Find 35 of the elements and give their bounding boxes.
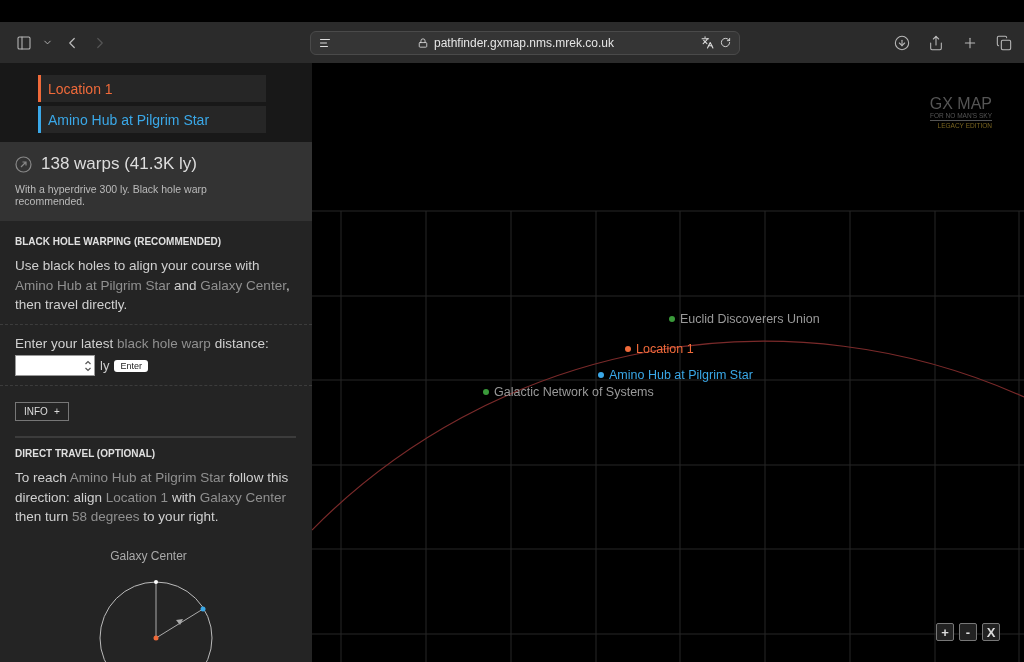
unit-label: ly (100, 358, 110, 373)
arrow-circle-icon (15, 155, 32, 173)
address-field[interactable]: pathfinder.gxmap.nms.mrek.co.uk (310, 30, 740, 55)
compass-label: Galaxy Center (109, 548, 188, 563)
share-icon[interactable] (928, 34, 944, 51)
section-heading: BLACK HOLE WARPING (RECOMMENDED) (15, 236, 223, 247)
summary-detail: With a hyperdrive 300 ly. Black hole warp recommended. (15, 183, 208, 207)
sidebar-icon[interactable] (16, 34, 32, 51)
marker-dot[interactable] (669, 316, 675, 322)
warping-instructions: Use black holes to align your course with Amino Hub at Pilgrim Star and Galaxy Center, then travel directly. (15, 257, 291, 314)
reader-icon[interactable] (319, 36, 331, 49)
distance-input[interactable] (15, 355, 95, 376)
marker-dot[interactable] (483, 389, 489, 395)
zoom-control[interactable]: - (959, 623, 977, 641)
section-heading: DIRECT TRAVEL (OPTIONAL) (15, 448, 157, 459)
route-item[interactable]: Location 1 (38, 75, 266, 102)
zoom-control[interactable]: X (982, 623, 1000, 641)
enter-button[interactable]: Enter (114, 359, 148, 372)
marker-label[interactable]: Euclid Discoverers Union (680, 312, 820, 326)
translate-icon[interactable] (701, 36, 714, 49)
stepper-icon[interactable] (84, 358, 92, 373)
reload-icon[interactable] (720, 37, 731, 48)
distance-prompt: Enter your latest black hole warp distance: (15, 334, 270, 353)
direct-travel-instructions: To reach Amino Hub at Pilgrim Star follow this direction: align Location 1 with Galaxy Center then turn 58 degrees to your right. (15, 469, 290, 526)
marker-dot[interactable] (598, 372, 604, 378)
marker-label[interactable]: Location 1 (636, 342, 694, 356)
marker-dot[interactable] (625, 346, 631, 352)
tabs-icon[interactable] (996, 34, 1012, 51)
lock-icon (417, 37, 428, 48)
download-icon[interactable] (894, 34, 910, 51)
route-item[interactable]: Amino Hub at Pilgrim Star (38, 106, 266, 133)
zoom-control[interactable]: + (936, 623, 954, 641)
warp-count: 138 warps (41.3K ly) (41, 154, 197, 174)
info-button[interactable]: INFO + (15, 402, 69, 421)
marker-label[interactable]: Amino Hub at Pilgrim Star (609, 368, 753, 382)
